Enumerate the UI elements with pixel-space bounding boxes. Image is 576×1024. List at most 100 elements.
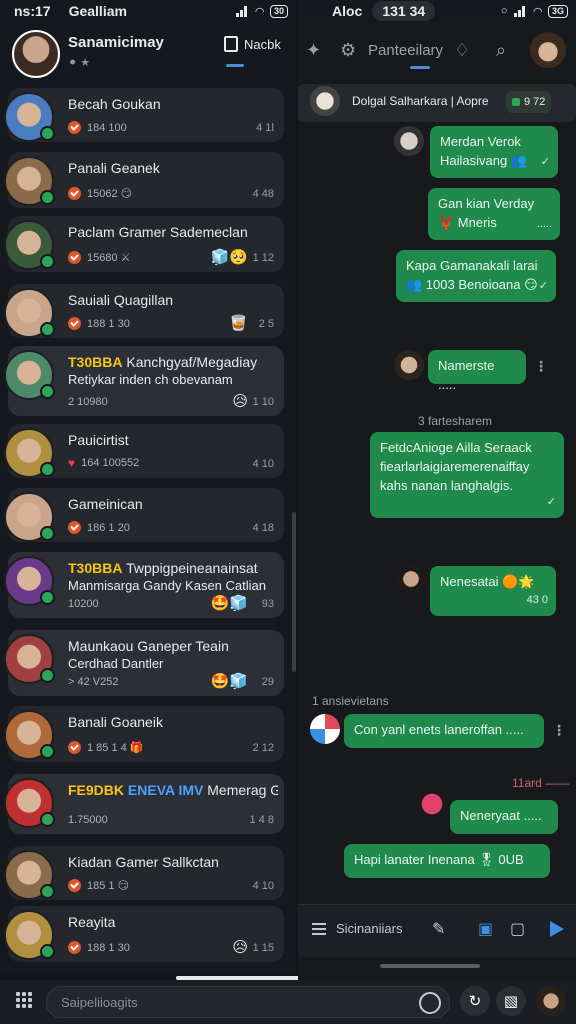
search-icon[interactable] xyxy=(419,992,441,1014)
reaction-emoji: 😥 xyxy=(232,939,248,956)
avatar[interactable] xyxy=(530,32,566,68)
more-icon[interactable]: ⋮ xyxy=(552,722,566,739)
message-bubble[interactable]: Con yanl enets laneroffan ..... xyxy=(344,714,544,748)
chat-name: T30BBA Twppigpeineanainsat xyxy=(68,560,278,576)
message-text: Nenesatai 🟠🌟 xyxy=(440,574,535,589)
status-badge-value: 9 72 xyxy=(524,96,546,108)
chat-tag: T30BBA xyxy=(68,560,123,576)
chat-preview: 186 1 20 xyxy=(68,521,130,534)
avatar[interactable] xyxy=(12,30,60,78)
chat-name-text: Paclam Gramer Sademeclan xyxy=(68,224,248,240)
message-bubble[interactable]: Hapi lanater Inenana 🎖 0UB xyxy=(344,844,550,878)
system-message: 11ard —— xyxy=(512,776,570,790)
chat-name-text: Pauicirtist xyxy=(68,432,129,448)
chat-list-item[interactable]: FE9DBK ENEVA IMV Memerag Galanier 🎞 Mal 1… xyxy=(4,774,284,834)
scrollbar[interactable] xyxy=(292,512,296,672)
chat-name-text: Maunkaou Ganeper Teain xyxy=(68,638,229,654)
chat-name-line2: Cerdhad Dantler xyxy=(68,656,164,671)
chat-list-item[interactable]: T30BBA Twppigpeineanainsat Manmisarga Gan… xyxy=(4,552,284,618)
message-tick: ..... xyxy=(536,218,552,230)
tab-notes[interactable]: Nacbk xyxy=(224,36,281,52)
chat-list-item[interactable]: T30BBA Kanchgyaf/Megadiay Retiykar inden … xyxy=(4,346,284,416)
chat-name-line2: Manmisarga Gandy Kasen Catlian xyxy=(68,578,266,593)
settings-icon[interactable]: ⚙ xyxy=(340,40,356,61)
message-bubble[interactable]: Merdan Verok Hailasivang 👥 ✓ xyxy=(430,126,558,178)
search-input[interactable]: Saipeliioagits xyxy=(46,986,450,1018)
message-bubble[interactable]: Gan kian Verday 🦞 Mneris..... xyxy=(428,188,560,240)
more-icon[interactable]: ⋮ xyxy=(534,358,548,375)
chat-list-item[interactable]: Panali Geanek 15062 😏 4 48 xyxy=(4,152,284,208)
message-bubble[interactable]: Nenesatai 🟠🌟 43 0 xyxy=(430,566,556,616)
chat-preview: 10200 xyxy=(68,598,99,610)
conversation-title: Panteeilary xyxy=(368,42,444,59)
online-indicator xyxy=(40,462,55,477)
status-carrier-right: Aloc xyxy=(332,3,363,19)
menu-icon[interactable] xyxy=(312,923,326,935)
message-bubble[interactable]: FetdcAnioge Ailla Seraack fiearlarlaigia… xyxy=(370,432,564,518)
message-bubble[interactable]: Namerste ..... xyxy=(428,350,526,392)
sticker-icon[interactable]: ▣ xyxy=(478,919,493,939)
contact-avatar[interactable] xyxy=(310,86,340,116)
chat-list-item[interactable]: Reayita 188 1 30 😥 1 15 xyxy=(4,906,284,962)
gallery-button[interactable]: ▧ xyxy=(496,986,526,1016)
system-message: 3 fartesharem xyxy=(418,414,493,428)
chat-header[interactable]: Dolgal Salharkara | Aopre 9 72 xyxy=(298,84,576,122)
profile-name[interactable]: Sanamicimay xyxy=(68,34,164,51)
refresh-button[interactable]: ↻ xyxy=(460,986,490,1016)
chat-preview: 188 1 30 xyxy=(68,317,130,330)
chat-name-text: Sauiali Quagillan xyxy=(68,292,174,308)
chat-list-item[interactable]: Gameinican 186 1 20 4 18 xyxy=(4,488,284,542)
message-text: Namerste ..... xyxy=(438,358,495,392)
chat-list-item[interactable]: Becah Goukan 184 100 4 1l xyxy=(4,88,284,142)
chat-preview: 1 85 1 4 🎁 xyxy=(68,741,144,754)
reaction-emoji: 😥 xyxy=(232,393,248,410)
chat-list-item[interactable]: Kiadan Gamer Sallkctan 185 1 😏 4 10 xyxy=(4,846,284,900)
chat-preview: 185 1 😏 xyxy=(68,879,129,892)
message-text: Con yanl enets laneroffan ..... xyxy=(354,722,524,737)
chat-name: Reayita xyxy=(68,914,278,930)
send-button[interactable] xyxy=(550,921,564,937)
heart-icon: ♥ xyxy=(68,456,76,470)
chat-preview-text: 164 100552 xyxy=(81,457,140,469)
search-placeholder: Saipeliioagits xyxy=(61,995,138,1010)
chat-name-text: Panali Geanek xyxy=(68,160,160,176)
chat-list-item[interactable]: Sauiali Quagillan 188 1 30 🥃 2 5 xyxy=(4,284,284,338)
apps-grid-icon[interactable] xyxy=(16,992,32,1008)
chat-name-text: Banali Goaneik xyxy=(68,714,163,730)
message-bubble[interactable]: Neneryaat ..... xyxy=(450,800,558,834)
chat-name: FE9DBK ENEVA IMV Memerag Galanier 🎞 Mal xyxy=(68,782,278,799)
chat-name-text: Becah Goukan xyxy=(68,96,161,112)
chat-list-item[interactable]: Pauicirtist ♥ 164 100552 4 10 xyxy=(4,424,284,478)
chat-list-item[interactable]: Maunkaou Ganeper Teain Cerdhad Dantler > 4… xyxy=(4,630,284,696)
chat-preview-text: > 42 V252 xyxy=(68,676,119,688)
chat-name-text: Twppigpeineanainsat xyxy=(126,560,258,576)
online-indicator xyxy=(40,944,55,959)
search-icon[interactable]: ⌕ xyxy=(496,40,506,61)
chat-preview-text: 185 1 😏 xyxy=(87,880,130,892)
chat-preview-text: 1 85 1 4 🎁 xyxy=(87,742,144,754)
avatar[interactable] xyxy=(536,986,566,1016)
chat-preview-text: 15680 ⚔ xyxy=(87,252,131,264)
status-time-right: 131 34 xyxy=(372,1,436,21)
message-tick: ✓ xyxy=(546,496,556,508)
chat-list-item[interactable]: Paclam Gramer Sademeclan 15680 ⚔ 🧊🥺 1 12 xyxy=(4,216,284,272)
status-badge: 9 72 xyxy=(506,91,552,113)
message-input[interactable]: Sicinaniiars xyxy=(336,921,402,936)
chat-list-panel: Sanamicimay ⚫ ★ Nacbk Becah Goukan 184 10… xyxy=(0,22,296,972)
chat-preview-text: 188 1 30 xyxy=(87,317,130,330)
signal-icon xyxy=(235,5,250,17)
pencil-icon[interactable]: ✎ xyxy=(432,919,445,939)
verified-icon xyxy=(68,741,81,754)
notebook-icon xyxy=(224,36,238,52)
chat-list-item[interactable]: Banali Goaneik 1 85 1 4 🎁 2 12 xyxy=(4,706,284,762)
wifi-icon: ◠ xyxy=(533,5,542,18)
attach-icon[interactable]: ▢ xyxy=(510,919,525,939)
chat-time: 4 48 xyxy=(252,188,274,200)
star-icon[interactable]: ✦ xyxy=(306,40,321,61)
reaction-emoji: 🤩🧊 xyxy=(210,673,248,690)
reaction-emoji: 🥃 xyxy=(229,315,248,332)
message-text: Gan kian Verday 🦞 Mneris xyxy=(438,196,535,230)
search-icon: ○ xyxy=(500,5,508,17)
message-bubble[interactable]: Kapa Gamanakali larai 👥 1003 Benoioana 😏… xyxy=(396,250,556,302)
bell-icon[interactable]: ♢ xyxy=(454,40,470,61)
